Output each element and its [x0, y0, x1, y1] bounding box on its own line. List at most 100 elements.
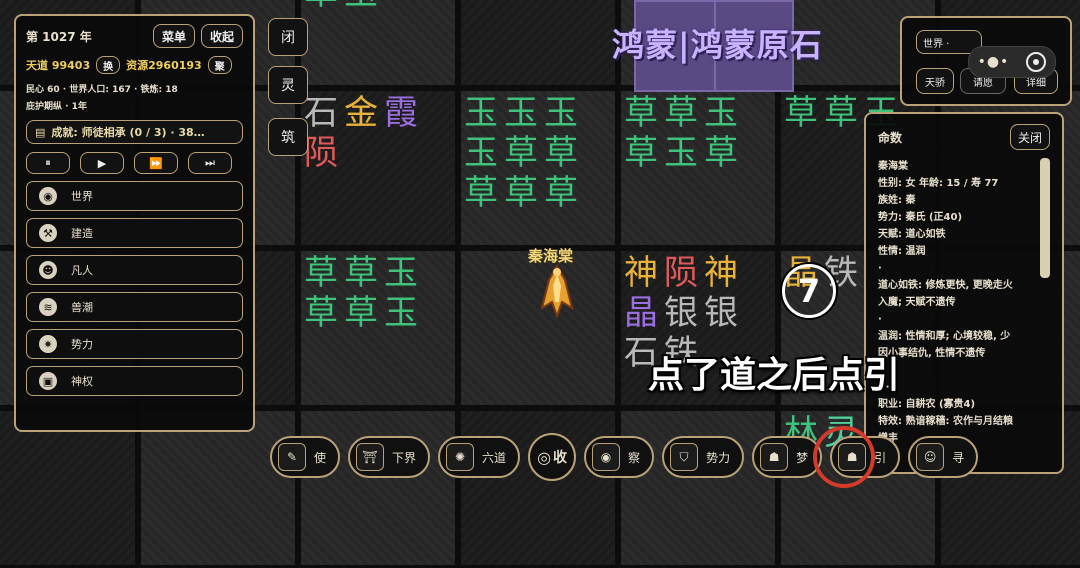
info-line: 特效: 熟谙稼穑: 农作与月结粮 — [878, 416, 1013, 427]
action-button-label: 梦 — [796, 450, 809, 465]
action-button-gate[interactable]: ⛩ 下界 — [348, 436, 431, 478]
shield-icon: ⛉ — [670, 443, 699, 471]
info-line: · — [878, 314, 882, 325]
swap-button[interactable]: 换 — [96, 56, 121, 74]
tile-resource-char: 草 — [301, 0, 341, 13]
people-icon: ☻ — [39, 261, 57, 279]
tile-resource-char: 草 — [344, 293, 378, 333]
skip-button[interactable]: ⏭ — [188, 152, 232, 174]
stats-line: 民心 60 · 世界人口: 167 · 铁炼: 18 — [26, 85, 178, 95]
tiandao-value: 天道 99403 — [26, 59, 91, 72]
map-tile[interactable] — [458, 408, 618, 568]
map-tile[interactable] — [138, 408, 298, 568]
tile-resource-char: 陨 — [664, 253, 698, 293]
action-button-collect[interactable]: ◎ 收 — [528, 433, 577, 481]
close-target-icon[interactable] — [1026, 52, 1047, 72]
highlight-circle — [813, 426, 875, 488]
achievement-bar[interactable]: ▤ 成就: 师徒相承 (0 / 3) · 38… — [26, 120, 243, 144]
tile-resource-char: 银 — [664, 293, 698, 333]
menu-item-label: 凡人 — [71, 264, 93, 277]
hammer-icon: ⚒ — [39, 224, 57, 242]
tile-resource-char: 草 — [824, 93, 858, 133]
highlighted-tile-title: 鸿蒙|鸿蒙原石 — [612, 26, 823, 64]
info-line: 秦海棠 — [878, 161, 908, 172]
tile-resource-char: 草 — [624, 93, 658, 133]
action-button-wheel[interactable]: ✺ 六道 — [438, 436, 521, 478]
character-sprite[interactable] — [532, 262, 582, 318]
tile-resource-char: 草 — [544, 133, 578, 173]
spirit-button[interactable]: 灵 — [268, 66, 308, 104]
info-close-button[interactable]: 关闭 — [1010, 124, 1050, 150]
fast-forward-button[interactable]: ⏩ — [134, 152, 178, 174]
map-tile[interactable]: 玉玉玉玉草草草草草 — [458, 88, 618, 248]
collapse-button[interactable]: 收起 — [201, 24, 243, 48]
action-button-shield[interactable]: ⛉ 势力 — [662, 436, 745, 478]
map-tile[interactable]: 玉玉草草玉 — [298, 0, 458, 88]
menu-item-globe[interactable]: ◉ 世界 — [26, 181, 243, 211]
menu-item-label: 神权 — [71, 375, 93, 388]
tile-resource-char: 草 — [544, 173, 578, 213]
action-button-label: 下界 — [392, 450, 417, 465]
menu-item-hammer[interactable]: ⚒ 建造 — [26, 218, 243, 248]
info-line: 性情: 温润 — [878, 246, 926, 257]
year-label: 第 1027 年 — [26, 29, 92, 44]
tile-resource-char: 草 — [664, 93, 698, 133]
map-tile[interactable]: 石金霞陨 — [298, 88, 458, 248]
info-line: 势力: 秦氏 (正40) — [878, 212, 963, 223]
collect-icon: ◎ — [537, 447, 552, 467]
map-tile[interactable]: 草草玉草玉草 — [618, 88, 778, 248]
world-panel: 世界 · 天骄 请愿 详细 •●• — [900, 16, 1072, 106]
faction-icon: ✷ — [39, 335, 57, 353]
info-line: 职业: 自耕农 (寡贵4) — [878, 399, 976, 410]
menu-item-faction[interactable]: ✷ 势力 — [26, 329, 243, 359]
tianjiao-button[interactable]: 天骄 — [916, 68, 954, 94]
info-line: 天赋: 道心如铁 — [878, 229, 946, 240]
tile-resource-char: 草 — [464, 173, 498, 213]
more-icon[interactable]: •●• — [978, 54, 1010, 70]
tile-resource-char: 晶 — [624, 293, 658, 333]
menu-item-scroll[interactable]: ▣ 神权 — [26, 366, 243, 396]
tutorial-caption: 点了道之后点引 — [648, 355, 901, 396]
action-button-search-people[interactable]: ☺ 寻 — [908, 436, 979, 478]
gather-button[interactable]: 聚 — [207, 56, 232, 74]
scroll-icon: ▤ — [35, 125, 46, 139]
info-line: · — [878, 365, 882, 376]
info-line: ··· — [878, 382, 890, 393]
action-button-label: 收 — [553, 450, 568, 466]
resources-value: 资源2960193 — [126, 59, 202, 72]
tile-resource-char: 草 — [504, 173, 538, 213]
character-info-panel: 命数 关闭 秦海棠 性别: 女 年龄: 15 / 寿 77 族姓: 秦势力: 秦氏 … — [864, 112, 1064, 474]
miniprogram-capsule[interactable]: •●• — [968, 46, 1056, 78]
build-button[interactable]: 筑 — [268, 118, 308, 156]
action-button-feather[interactable]: ✎ 使 — [270, 436, 341, 478]
play-button[interactable]: ▶ — [80, 152, 124, 174]
scroll-icon: ▣ — [39, 372, 57, 390]
map-tile[interactable] — [298, 408, 458, 568]
map-tile[interactable] — [618, 408, 778, 568]
globe-icon: ◉ — [39, 187, 57, 205]
tile-resource-char: 玉 — [504, 93, 538, 133]
menu-item-claw[interactable]: ≋ 兽潮 — [26, 292, 243, 322]
tile-resource-char: 金 — [344, 93, 378, 133]
tile-resource-char: 草 — [624, 133, 658, 173]
map-tile[interactable] — [458, 0, 618, 88]
tile-resource-char: 草 — [304, 253, 338, 293]
action-button-dream[interactable]: ☗ 梦 — [752, 436, 823, 478]
tile-resource-char: 玉 — [341, 0, 381, 13]
tile-resource-char: 银 — [704, 293, 738, 333]
map-tile[interactable]: 草草玉草草玉 — [298, 248, 458, 408]
action-button-eye[interactable]: ◉ 察 — [584, 436, 655, 478]
menu-item-label: 建造 — [71, 227, 93, 240]
pause-button[interactable]: ⏸ — [26, 152, 70, 174]
close-spirit-button[interactable]: 闭 — [268, 18, 308, 56]
dream-icon: ☗ — [760, 443, 789, 471]
eye-icon: ◉ — [592, 443, 621, 471]
menu-item-people[interactable]: ☻ 凡人 — [26, 255, 243, 285]
action-button-label: 寻 — [952, 450, 965, 465]
info-scrollbar[interactable] — [1040, 158, 1050, 278]
map-tile[interactable] — [0, 408, 138, 568]
tile-resource-char: 草 — [784, 93, 818, 133]
menu-button[interactable]: 菜单 — [153, 24, 195, 48]
tile-resource-char: 玉 — [384, 293, 418, 333]
menu-item-label: 势力 — [71, 338, 93, 351]
